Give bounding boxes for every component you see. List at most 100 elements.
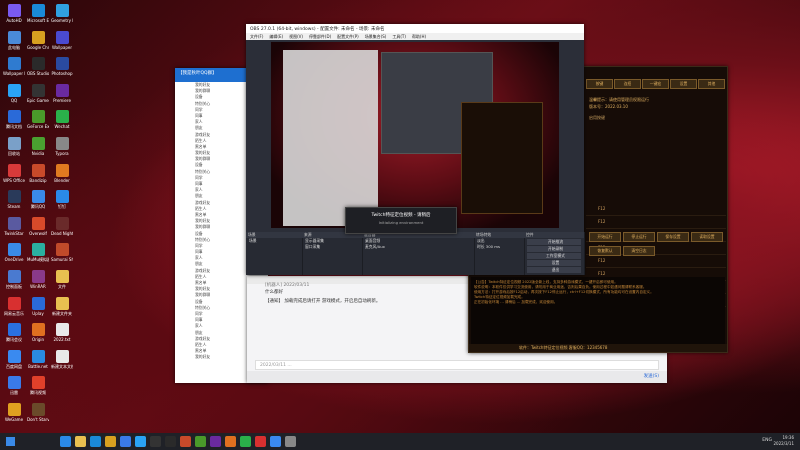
taskbar-app-icon[interactable] <box>270 436 281 447</box>
desktop-icon[interactable]: Microsoft Edge <box>27 4 49 30</box>
obs-dock-item[interactable]: 设置 <box>527 260 581 266</box>
desktop-icon[interactable]: 控制面板 <box>3 270 25 296</box>
helper-action-button[interactable]: 恢复默认 <box>589 246 621 256</box>
desktop-icon[interactable]: WPS Office <box>3 163 25 190</box>
language-indicator[interactable]: ENG <box>762 438 772 443</box>
desktop-icon[interactable]: 2022.txt <box>51 323 73 349</box>
desktop-icon[interactable]: Overwolf <box>27 216 49 243</box>
hotkey-row[interactable]: F12 <box>586 216 726 229</box>
obs-dock-item[interactable]: 开始推流 <box>527 239 581 245</box>
obs-menu-item[interactable]: 帮助(H) <box>412 34 426 39</box>
desktop-icon[interactable]: 腾讯QQ <box>27 190 49 216</box>
taskbar-app-icon[interactable] <box>135 436 146 447</box>
helper-tab[interactable]: 一键宏 <box>642 79 669 89</box>
desktop-icon[interactable]: WinRAR <box>27 270 49 296</box>
desktop-icon[interactable]: OneDrive <box>3 243 25 269</box>
desktop-icon[interactable]: 腾讯会议 <box>3 323 25 349</box>
helper-enable-checkbox[interactable]: 启用按键 <box>589 115 605 121</box>
desktop-icon[interactable]: 网易云音乐 <box>3 296 25 323</box>
taskbar-app-icon[interactable] <box>225 436 236 447</box>
desktop-icon[interactable]: TwinkStar <box>3 216 25 243</box>
desktop-icon[interactable]: 新建文本文档 <box>51 349 73 376</box>
taskbar-app-icon[interactable] <box>180 436 191 447</box>
desktop-icon[interactable]: Blender <box>51 163 73 190</box>
desktop-icon[interactable]: Steam <box>3 190 25 216</box>
desktop-icon[interactable]: 迅雷 <box>3 376 25 402</box>
desktop-icon[interactable]: Epic Games <box>27 83 49 110</box>
taskbar-app-icon[interactable] <box>165 436 176 447</box>
taskbar-app-icon[interactable] <box>255 436 266 447</box>
helper-action-button[interactable]: 停止运行 <box>623 232 655 242</box>
helper-action-button[interactable]: 开始运行 <box>589 232 621 242</box>
obs-dock-item[interactable]: 开始录制 <box>527 246 581 252</box>
desktop-icon[interactable]: Wechat <box>51 110 73 136</box>
taskbar-app-icon[interactable] <box>120 436 131 447</box>
desktop-icon[interactable]: GeForce Experience <box>27 110 49 136</box>
obs-dock-item[interactable]: 麦克风/Aux <box>362 244 474 250</box>
taskbar-app-icon[interactable] <box>75 436 86 447</box>
obs-dock-item[interactable]: 退出 <box>527 267 581 273</box>
taskbar-app-icon[interactable] <box>150 436 161 447</box>
taskbar-app-icon[interactable] <box>210 436 221 447</box>
desktop-icon[interactable]: Don't Starve Together <box>27 403 49 429</box>
obs-preview[interactable] <box>271 42 559 228</box>
desktop-icon[interactable]: Geometry Dash <box>51 4 73 30</box>
obs-dock-item[interactable]: 场景 <box>246 238 302 244</box>
obs-menu-item[interactable]: 视图(V) <box>289 34 303 39</box>
desktop-icon[interactable]: Origin <box>27 323 49 349</box>
desktop-icon[interactable]: Uplay <box>27 296 49 323</box>
desktop-icon[interactable]: Nvidia <box>27 137 49 163</box>
desktop-icon[interactable]: 新建文件夹 <box>51 296 73 323</box>
desktop-icon[interactable]: OBS Studio <box>27 57 49 83</box>
helper-action-button[interactable]: 保存设置 <box>657 232 689 242</box>
desktop-icon[interactable]: Wallpaper <box>51 30 73 57</box>
obs-menu-item[interactable]: 场景集合(S) <box>365 34 387 39</box>
desktop-icon[interactable]: 腾讯视频 <box>27 376 49 402</box>
helper-tab[interactable]: 设置 <box>670 79 697 89</box>
send-button[interactable]: 发送(S) <box>644 373 659 379</box>
obs-menu-item[interactable]: 工具(T) <box>392 34 406 39</box>
obs-menu-item[interactable]: 停靠部件(D) <box>309 34 331 39</box>
helper-action-button[interactable]: 读取设置 <box>691 232 723 242</box>
helper-tab[interactable]: 连招 <box>614 79 641 89</box>
hotkey-row[interactable]: F12 <box>586 203 726 216</box>
desktop-icon[interactable]: 百度网盘 <box>3 349 25 376</box>
desktop-icon[interactable]: Premiere <box>51 83 73 110</box>
desktop-icon[interactable]: 腾讯文档 <box>3 110 25 136</box>
obs-menu-item[interactable]: 配置文件(P) <box>337 34 359 39</box>
desktop-icon[interactable]: MuMu模拟器 <box>27 243 49 269</box>
desktop-icon[interactable]: Typora <box>51 137 73 163</box>
desktop-icon[interactable]: Google Chrome <box>27 30 49 57</box>
obs-menu-item[interactable]: 编辑(E) <box>269 34 283 39</box>
obs-menu-item[interactable]: 文件(F) <box>250 34 263 39</box>
chat-input[interactable]: 2022/03/11 ... <box>255 360 659 370</box>
desktop-icon[interactable]: Samurai Shodown <box>51 243 73 269</box>
desktop-icon[interactable]: 钉钉 <box>51 190 73 216</box>
start-button[interactable] <box>6 437 15 446</box>
helper-tab[interactable]: 按键 <box>586 79 613 89</box>
helper-tab[interactable]: 其他 <box>698 79 725 89</box>
taskbar-app-icon[interactable] <box>285 436 296 447</box>
desktop-icon[interactable]: Bandizip <box>27 163 49 190</box>
obs-dock-item[interactable]: 窗口采集 <box>302 244 362 250</box>
hotkey-row[interactable]: F12 <box>586 255 726 268</box>
taskbar-app-icon[interactable] <box>90 436 101 447</box>
desktop-icon[interactable]: Battle.net <box>27 349 49 376</box>
taskbar-app-icon[interactable] <box>240 436 251 447</box>
desktop-icon[interactable]: Photoshop <box>51 57 73 83</box>
desktop-icon[interactable]: AutoHD <box>3 4 25 30</box>
helper-action-button[interactable]: 清空日志 <box>623 246 655 256</box>
desktop-icon[interactable]: Wallpaper Engine <box>3 57 25 83</box>
desktop-icon[interactable]: WeGame <box>3 403 25 429</box>
desktop-icon[interactable]: 回收站 <box>3 137 25 163</box>
desktop-icon[interactable]: 文件 <box>51 270 73 296</box>
desktop-icon[interactable]: Dead Night Tour Games <box>51 216 73 243</box>
taskbar-app-icon[interactable] <box>195 436 206 447</box>
desktop-icon[interactable]: QQ <box>3 83 25 110</box>
obs-dock-item[interactable]: 时长 300 ms <box>474 244 524 250</box>
obs-dock-item[interactable]: 工作室模式 <box>527 253 581 259</box>
taskbar-app-icon[interactable] <box>60 436 71 447</box>
desktop-icon[interactable]: 此电脑 <box>3 30 25 57</box>
clock[interactable]: 19:36 2022/3/11 <box>773 435 794 447</box>
taskbar-app-icon[interactable] <box>105 436 116 447</box>
